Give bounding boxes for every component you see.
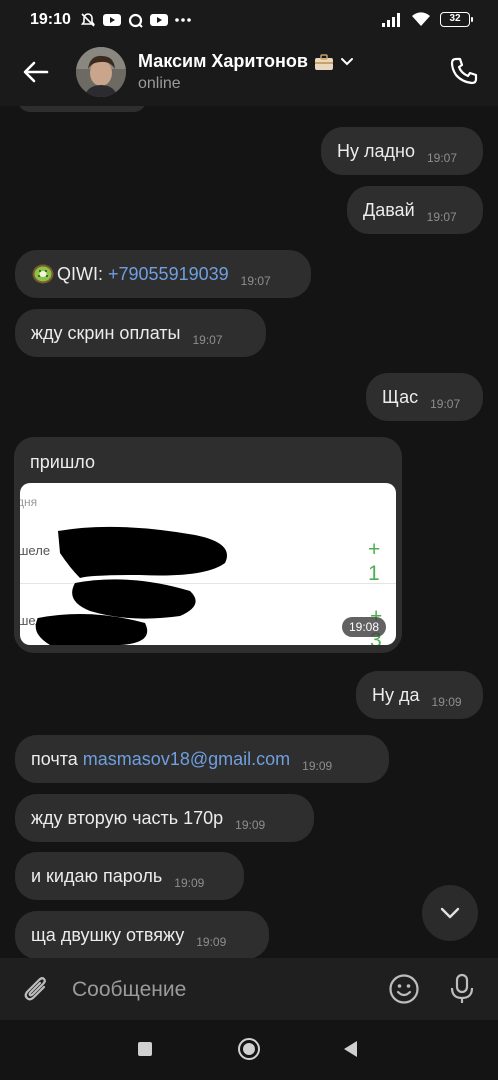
smile-icon xyxy=(389,974,419,1004)
message-outgoing[interactable]: Ну да 19:09 xyxy=(356,671,483,719)
message-time: 19:07 xyxy=(426,210,457,224)
redaction-scribble xyxy=(35,526,227,645)
compose-bar xyxy=(0,958,498,1020)
avatar-photo xyxy=(76,47,126,97)
message-time: 19:09 xyxy=(302,759,333,773)
contact-status: online xyxy=(138,75,181,92)
attach-button[interactable] xyxy=(18,971,54,1007)
message-incoming[interactable]: и кидаю пароль 19:09 xyxy=(15,852,244,900)
system-nav-bar xyxy=(0,1020,498,1080)
arrow-left-icon xyxy=(23,61,49,83)
status-bar: 19:10 32 xyxy=(0,0,498,42)
signal-icon xyxy=(382,12,400,27)
message-incoming[interactable]: жду вторую часть 170р 19:09 xyxy=(15,794,314,842)
message-time: 19:09 xyxy=(174,876,205,890)
message-text: Щас xyxy=(382,386,419,407)
message-bubble-partial xyxy=(18,106,146,112)
message-time: 19:07 xyxy=(240,274,271,288)
briefcase-icon xyxy=(314,53,333,70)
message-text: жду скрин оплаты xyxy=(31,322,181,343)
message-text: Давай xyxy=(363,199,415,220)
system-back-button[interactable] xyxy=(344,1041,357,1057)
message-outgoing[interactable]: Давай 19:07 xyxy=(347,186,483,234)
message-time: 19:07 xyxy=(426,151,457,165)
message-time: 19:09 xyxy=(196,935,227,949)
battery-icon: 32 xyxy=(440,12,473,27)
chevron-down-icon xyxy=(440,907,460,919)
message-text: Ну да xyxy=(372,684,420,705)
message-caption: пришло xyxy=(30,452,95,472)
message-input[interactable] xyxy=(72,975,362,1005)
message-text: и кидаю пароль xyxy=(31,865,163,886)
battery-level: 32 xyxy=(449,13,461,24)
message-text: жду вторую часть 170р xyxy=(31,807,224,828)
chat-header: Максим Харитонов online xyxy=(0,42,498,106)
message-text: ща двушку отвяжу xyxy=(31,924,185,945)
message-time: 19:07 xyxy=(430,397,461,411)
avatar[interactable] xyxy=(76,47,126,97)
wifi-icon xyxy=(412,12,430,26)
phone-link[interactable]: +79055919039 xyxy=(108,264,229,285)
screenshot-image[interactable]: дня шеле + 1 шел + 3 19:08 xyxy=(20,483,396,645)
message-outgoing[interactable]: Ну ладно 19:07 xyxy=(321,127,483,175)
message-text: Ну ладно xyxy=(337,140,415,161)
paperclip-icon xyxy=(24,977,46,1001)
message-outgoing[interactable]: Щас 19:07 xyxy=(366,373,483,421)
message-text: почта xyxy=(31,748,83,769)
message-incoming[interactable]: QIWI: +79055919039 19:07 xyxy=(15,250,311,298)
message-time: 19:09 xyxy=(431,695,462,709)
status-notification-icons xyxy=(80,12,191,28)
scroll-down-button[interactable] xyxy=(422,885,478,941)
message-time: 19:09 xyxy=(235,818,266,832)
bell-off-icon xyxy=(80,13,96,27)
call-button[interactable] xyxy=(446,53,482,89)
back-button[interactable] xyxy=(18,54,54,90)
opera-icon xyxy=(128,13,143,28)
contact-name: Максим Харитонов xyxy=(138,51,308,71)
message-incoming[interactable]: жду скрин оплаты 19:07 xyxy=(15,309,266,357)
message-incoming-image[interactable]: пришло дня шеле + 1 шел + 3 19:08 xyxy=(14,437,402,653)
status-time: 19:10 xyxy=(30,11,71,28)
message-text: QIWI: xyxy=(57,263,108,284)
email-link[interactable]: masmasov18@gmail.com xyxy=(83,749,290,770)
message-incoming[interactable]: ща двушку отвяжу 19:09 xyxy=(15,911,269,958)
message-list[interactable]: Ну ладно 19:07 Давай 19:07 QIWI: +790559… xyxy=(0,106,498,958)
kiwi-icon xyxy=(32,264,54,284)
chevron-down-icon xyxy=(340,57,353,65)
microphone-button[interactable] xyxy=(444,971,480,1007)
youtube-icon xyxy=(150,14,168,26)
home-button[interactable] xyxy=(238,1038,260,1060)
contact-name-row[interactable]: Максим Харитонов xyxy=(138,51,354,72)
status-system-icons: 32 xyxy=(382,12,473,27)
message-incoming[interactable]: почта masmasov18@gmail.com 19:09 xyxy=(15,735,389,783)
phone-icon xyxy=(450,57,478,85)
recents-button[interactable] xyxy=(138,1042,152,1056)
more-dots-icon xyxy=(175,18,191,22)
microphone-icon xyxy=(450,973,474,1003)
image-time: 19:08 xyxy=(341,617,386,637)
message-time: 19:07 xyxy=(192,333,223,347)
youtube-icon xyxy=(103,14,121,26)
emoji-button[interactable] xyxy=(386,971,422,1007)
